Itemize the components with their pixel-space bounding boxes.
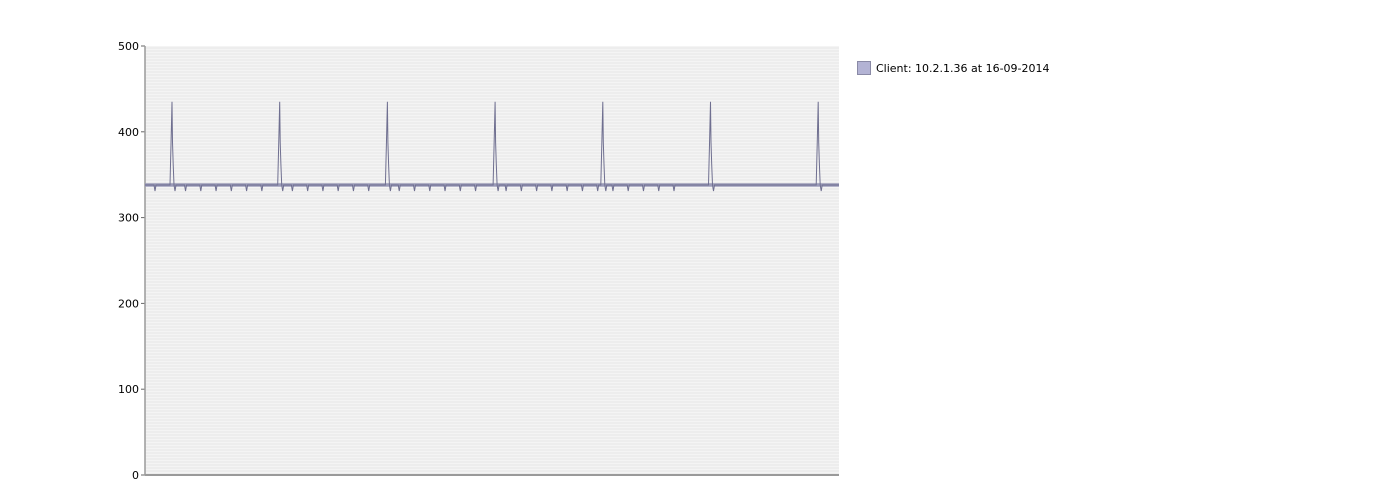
legend-swatch <box>857 61 871 75</box>
chart: 0 100 200 300 400 500 <box>118 40 839 482</box>
y-tick-label: 500 <box>118 40 139 53</box>
legend-label: Client: 10.2.1.36 at 16-09-2014 <box>876 61 1050 75</box>
legend: Client: 10.2.1.36 at 16-09-2014 <box>857 61 1050 75</box>
y-axis-ticks: 0 100 200 300 400 500 <box>118 40 145 482</box>
y-tick-label: 200 <box>118 297 139 310</box>
y-tick-label: 400 <box>118 126 139 139</box>
y-tick-label: 300 <box>118 212 139 225</box>
y-tick-label: 0 <box>132 469 139 482</box>
y-tick-label: 100 <box>118 383 139 396</box>
